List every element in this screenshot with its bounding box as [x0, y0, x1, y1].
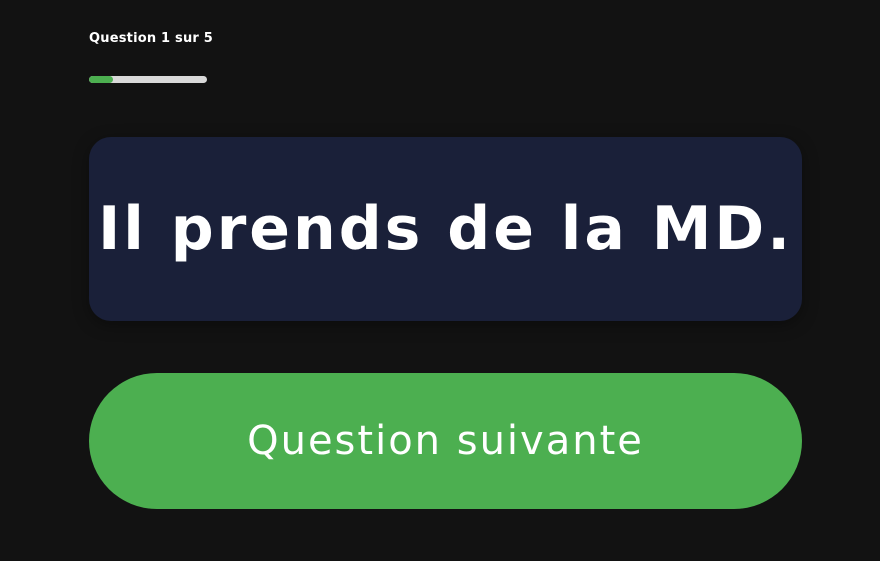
next-question-button[interactable]: Question suivante — [89, 373, 802, 509]
progress-bar-fill — [89, 76, 113, 83]
progress-bar — [89, 76, 207, 83]
progress-label: Question 1 sur 5 — [89, 31, 213, 46]
next-question-button-label: Question suivante — [247, 418, 644, 464]
question-card: Il prends de la MD. — [89, 137, 802, 321]
quiz-screen: Question 1 sur 5 Il prends de la MD. Que… — [0, 0, 880, 561]
question-text: Il prends de la MD. — [97, 194, 794, 264]
